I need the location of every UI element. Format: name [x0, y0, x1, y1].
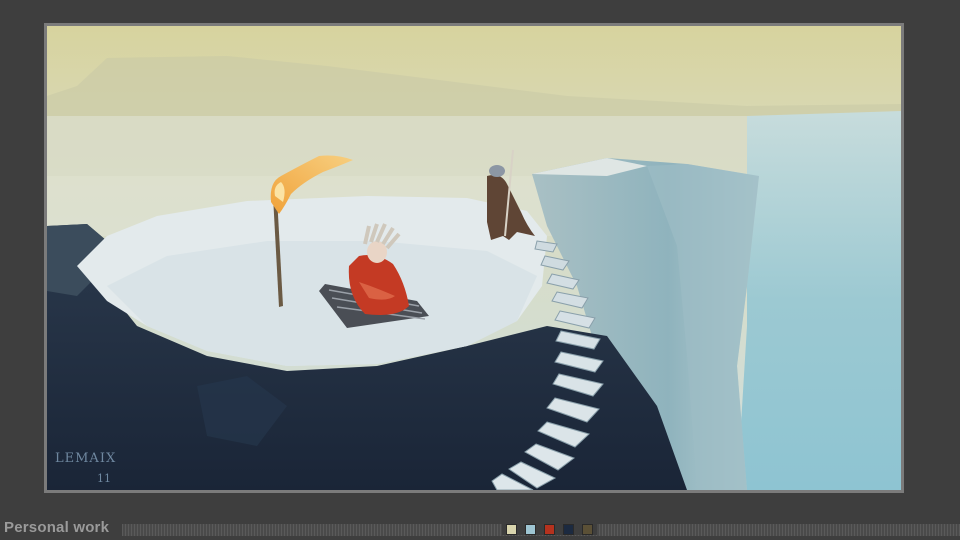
signature-year: 11: [97, 472, 111, 485]
artwork-frame: LEMAIX 11: [44, 23, 904, 493]
color-palette: [502, 524, 597, 535]
color-swatch-5: [582, 524, 593, 535]
color-swatch-4: [563, 524, 574, 535]
artwork-painting: LEMAIX 11: [47, 26, 901, 490]
caption-label: Personal work: [4, 519, 110, 536]
color-swatch-1: [506, 524, 517, 535]
color-swatch-3: [544, 524, 555, 535]
color-swatch-2: [525, 524, 536, 535]
signature-name: LEMAIX: [55, 451, 116, 466]
